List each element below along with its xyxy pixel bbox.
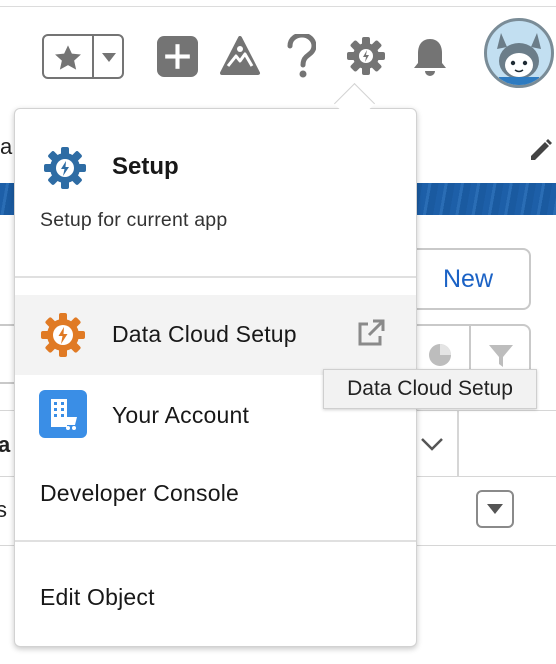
menu-divider xyxy=(15,540,416,542)
favorites-divider xyxy=(92,36,94,77)
chevron-down-icon[interactable] xyxy=(100,50,118,64)
favorites-button-group[interactable] xyxy=(42,34,124,79)
partial-page-text: a xyxy=(0,134,13,159)
row-actions-button[interactable] xyxy=(476,490,514,528)
tooltip: Data Cloud Setup xyxy=(323,369,537,409)
filter-icon[interactable] xyxy=(487,342,515,370)
menu-item-label: Edit Object xyxy=(40,584,155,610)
new-button-label: New xyxy=(442,264,493,293)
pie-chart-icon[interactable] xyxy=(427,342,453,368)
user-avatar[interactable] xyxy=(484,18,554,88)
external-link-icon[interactable] xyxy=(355,317,387,349)
pencil-icon[interactable] xyxy=(527,136,555,164)
caret-down-icon xyxy=(487,504,503,514)
menu-item-label: Your Account xyxy=(112,402,250,428)
star-icon[interactable] xyxy=(52,42,84,74)
menu-item-data-cloud-setup[interactable]: Data Cloud Setup xyxy=(15,295,416,375)
setup-title[interactable]: Setup xyxy=(112,153,179,181)
astro-avatar-icon xyxy=(497,33,541,85)
setup-subtitle[interactable]: Setup for current app xyxy=(40,209,227,232)
gear-icon xyxy=(44,147,86,189)
account-store-icon xyxy=(39,390,87,438)
menu-item-developer-console[interactable]: Developer Console xyxy=(15,455,416,531)
chevron-down-icon[interactable] xyxy=(418,433,446,455)
column-header-partial: a xyxy=(0,432,11,457)
menu-item-edit-object[interactable]: Edit Object xyxy=(15,555,416,631)
menu-item-label: Data Cloud Setup xyxy=(112,321,297,347)
row-cell-partial: s xyxy=(0,497,7,522)
question-icon[interactable] xyxy=(286,34,316,78)
bell-icon[interactable] xyxy=(410,36,450,78)
gear-icon[interactable] xyxy=(346,36,386,76)
menu-item-label: Developer Console xyxy=(40,480,240,506)
gear-icon xyxy=(41,313,85,357)
new-button[interactable]: New xyxy=(407,248,531,310)
top-border xyxy=(0,6,556,7)
menu-divider xyxy=(15,276,416,278)
trailhead-icon[interactable] xyxy=(219,36,261,78)
plus-icon[interactable] xyxy=(157,36,198,77)
column-divider xyxy=(457,410,459,476)
